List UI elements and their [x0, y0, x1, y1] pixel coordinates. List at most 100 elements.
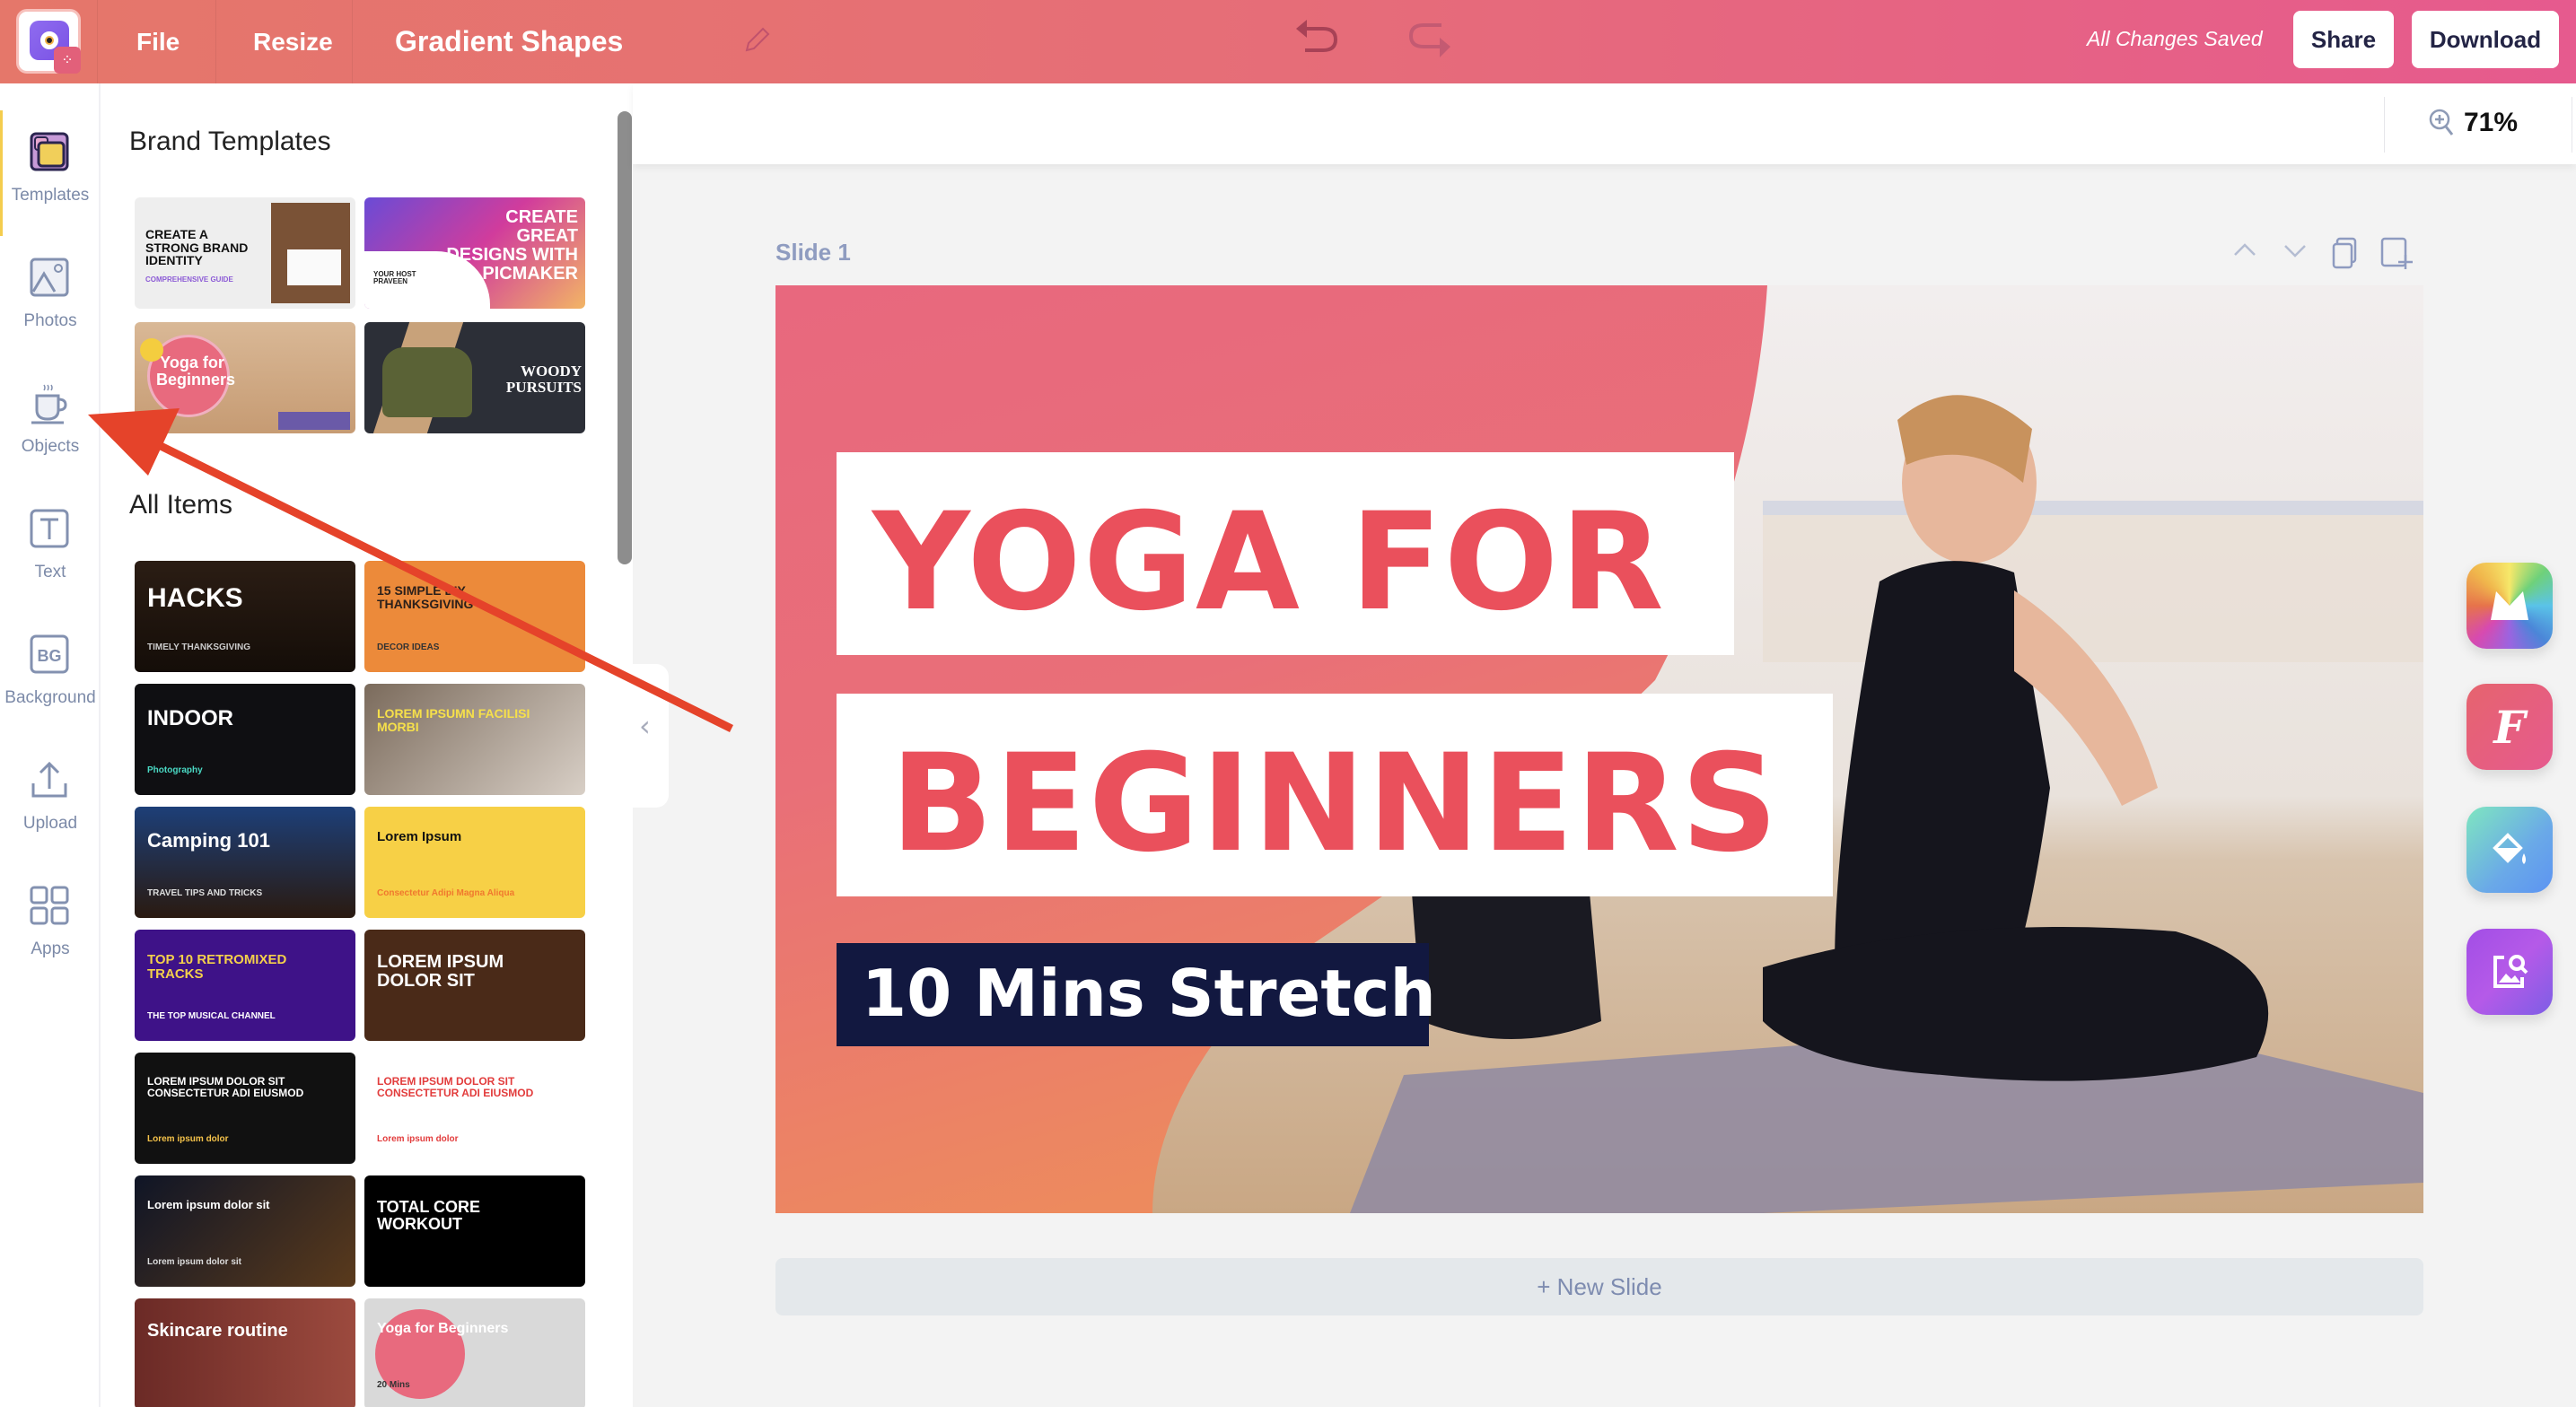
rail-item-photos[interactable]: Photos: [0, 236, 101, 353]
template-thumb[interactable]: LOREM IPSUMN FACILISI MORBI: [364, 684, 585, 795]
template-thumb[interactable]: LOREM IPSUM DOLOR SIT CONSECTETUR ADI EI…: [364, 1053, 585, 1164]
template-thumb[interactable]: TOTAL CORE WORKOUT: [364, 1175, 585, 1287]
rail-item-apps[interactable]: Apps: [0, 864, 101, 981]
template-thumb[interactable]: Yoga for Beginners 20 Mins: [364, 1298, 585, 1407]
rail-label: Photos: [23, 311, 77, 330]
templates-panel: Brand Templates CREATE A STRONG BRAND ID…: [101, 83, 633, 1407]
logo-grid-badge-icon: ⁘: [54, 47, 81, 74]
upload-icon: [28, 756, 71, 803]
paint-bucket-button[interactable]: [2466, 807, 2553, 893]
download-button[interactable]: Download: [2412, 11, 2559, 68]
subtitle-text: 10 Mins Stretch: [862, 956, 1436, 1031]
template-thumb-title: LOREM IPSUM DOLOR SIT CONSECTETUR ADI EI…: [147, 1075, 304, 1099]
brand-templates-heading: Brand Templates: [129, 127, 331, 156]
template-thumb-title: LOREM IPSUM DOLOR SIT: [377, 952, 504, 991]
subtitle-box[interactable]: 10 Mins Stretch: [837, 943, 1436, 1046]
save-status: All Changes Saved: [2087, 27, 2263, 50]
template-thumb-subtitle: Lorem ipsum dolor: [377, 1134, 459, 1144]
coffee-cup-icon: [28, 380, 71, 426]
add-slide-icon[interactable]: [2379, 235, 2414, 271]
font-app-button[interactable]: F: [2466, 684, 2553, 770]
rail-item-objects[interactable]: Objects: [0, 362, 101, 478]
headline-line1: YOGA FOR: [872, 485, 1666, 641]
photo-icon: [28, 254, 71, 301]
rail-label: Objects: [21, 437, 80, 456]
rail-label: Text: [34, 563, 66, 581]
redo-icon[interactable]: [1400, 16, 1454, 66]
document-title[interactable]: Gradient Shapes: [395, 0, 623, 83]
top-header: ⁘ File Resize Gradient Shapes All Change…: [0, 0, 2576, 83]
slide-canvas[interactable]: YOGA FOR BEGINNERS 10 Mins Stretch: [775, 285, 2423, 1213]
image-search-icon: [2466, 929, 2553, 1015]
new-slide-button[interactable]: + New Slide: [775, 1258, 2423, 1315]
zoom-level: 71%: [2464, 108, 2519, 137]
zoom-control[interactable]: 71%: [2384, 97, 2572, 153]
colorful-app-icon: [2466, 563, 2553, 649]
template-thumb[interactable]: Skincare routine: [135, 1298, 355, 1407]
template-thumb-title: TOTAL CORE WORKOUT: [377, 1198, 481, 1233]
template-thumb[interactable]: HACKS TIMELY THANKSGIVING: [135, 561, 355, 672]
edit-title-pencil-icon[interactable]: [741, 25, 772, 56]
template-thumb[interactable]: CREATE GREAT DESIGNS WITH PICMAKER YOUR …: [364, 197, 585, 309]
template-thumb[interactable]: LOREM IPSUM DOLOR SIT: [364, 930, 585, 1041]
template-thumb-subtitle: Photography: [147, 765, 203, 775]
template-thumb-subtitle: TRAVEL TIPS AND TRICKS: [147, 888, 263, 898]
template-thumb[interactable]: CREATE A STRONG BRAND IDENTITY COMPREHEN…: [135, 197, 355, 309]
collapse-panel-button[interactable]: ‹: [628, 664, 669, 808]
template-thumb[interactable]: 15 SIMPLE DIY THANKSGIVING DECOR IDEAS: [364, 561, 585, 672]
template-thumb-title: INDOOR: [147, 706, 233, 730]
template-thumb[interactable]: Camping 101 TRAVEL TIPS AND TRICKS: [135, 807, 355, 918]
template-thumb-subtitle: THE TOP MUSICAL CHANNEL: [147, 1011, 276, 1021]
undo-icon[interactable]: [1292, 16, 1346, 66]
svg-text:BG: BG: [38, 647, 62, 665]
template-thumb-subtitle: DECOR IDEAS: [377, 642, 440, 652]
app-logo[interactable]: ⁘: [16, 9, 81, 74]
rail-item-text[interactable]: Text: [0, 487, 101, 604]
apps-grid-icon: [28, 882, 71, 929]
template-thumb-title: TOP 10 RETROMIXED TRACKS: [147, 952, 287, 982]
template-thumb-title: Camping 101: [147, 829, 270, 852]
rail-label: Upload: [22, 814, 78, 833]
share-button[interactable]: Share: [2293, 11, 2394, 68]
rail-item-background[interactable]: BG Background: [0, 613, 101, 730]
headline-line2: BEGINNERS: [890, 726, 1780, 882]
move-slide-down-icon[interactable]: [2280, 235, 2310, 271]
template-thumb-title: Lorem ipsum dolor sit: [147, 1198, 270, 1211]
template-thumb-title: Skincare routine: [147, 1321, 288, 1341]
template-thumb[interactable]: Lorem Ipsum Consectetur Adipi Magna Aliqu…: [364, 807, 585, 918]
template-thumb-title: LOREM IPSUM DOLOR SIT CONSECTETUR ADI EI…: [377, 1075, 534, 1099]
zoom-in-icon: [2428, 108, 2455, 145]
template-thumb-title: HACKS: [147, 583, 243, 613]
image-search-button[interactable]: [2466, 929, 2553, 1015]
all-items-heading: All Items: [129, 490, 233, 520]
canvas-toolbar: [633, 83, 2576, 164]
rail-label: Background: [4, 688, 96, 707]
template-thumb-title: 15 SIMPLE DIY THANKSGIVING: [377, 583, 474, 611]
template-thumb-title: LOREM IPSUMN FACILISI MORBI: [377, 706, 530, 734]
template-thumb-subtitle: Consectetur Adipi Magna Aliqua: [377, 888, 515, 898]
text-icon: [28, 505, 71, 552]
colorful-app-button[interactable]: [2466, 563, 2553, 649]
panel-scrollbar[interactable]: [618, 111, 632, 564]
template-thumb[interactable]: Yoga for Beginners: [135, 322, 355, 433]
template-thumb[interactable]: INDOOR Photography: [135, 684, 355, 795]
template-thumb[interactable]: Lorem ipsum dolor sit Lorem ipsum dolor s…: [135, 1175, 355, 1287]
headline-line1-box[interactable]: YOGA FOR: [837, 452, 1734, 655]
menu-resize[interactable]: Resize: [253, 0, 333, 83]
rail-label: Templates: [11, 186, 90, 205]
chevron-left-icon: ‹: [639, 709, 651, 743]
headline-line2-box[interactable]: BEGINNERS: [837, 694, 1833, 896]
rail-item-templates[interactable]: Templates: [0, 110, 101, 236]
template-thumb[interactable]: LOREM IPSUM DOLOR SIT CONSECTETUR ADI EI…: [135, 1053, 355, 1164]
move-slide-up-icon[interactable]: [2230, 235, 2260, 271]
template-thumb[interactable]: TOP 10 RETROMIXED TRACKS THE TOP MUSICAL …: [135, 930, 355, 1041]
slide-label: Slide 1: [775, 239, 851, 266]
rail-item-upload[interactable]: Upload: [0, 738, 101, 855]
menu-file[interactable]: File: [136, 0, 180, 83]
rail-label: Apps: [31, 939, 70, 958]
template-thumb-title: Yoga for Beginners: [377, 1321, 509, 1336]
template-thumb[interactable]: WOODY PURSUITS: [364, 322, 585, 433]
template-thumb-subtitle: Lorem ipsum dolor sit: [147, 1257, 242, 1267]
template-thumb-subtitle: Lorem ipsum dolor: [147, 1134, 229, 1144]
duplicate-slide-icon[interactable]: [2330, 235, 2361, 271]
